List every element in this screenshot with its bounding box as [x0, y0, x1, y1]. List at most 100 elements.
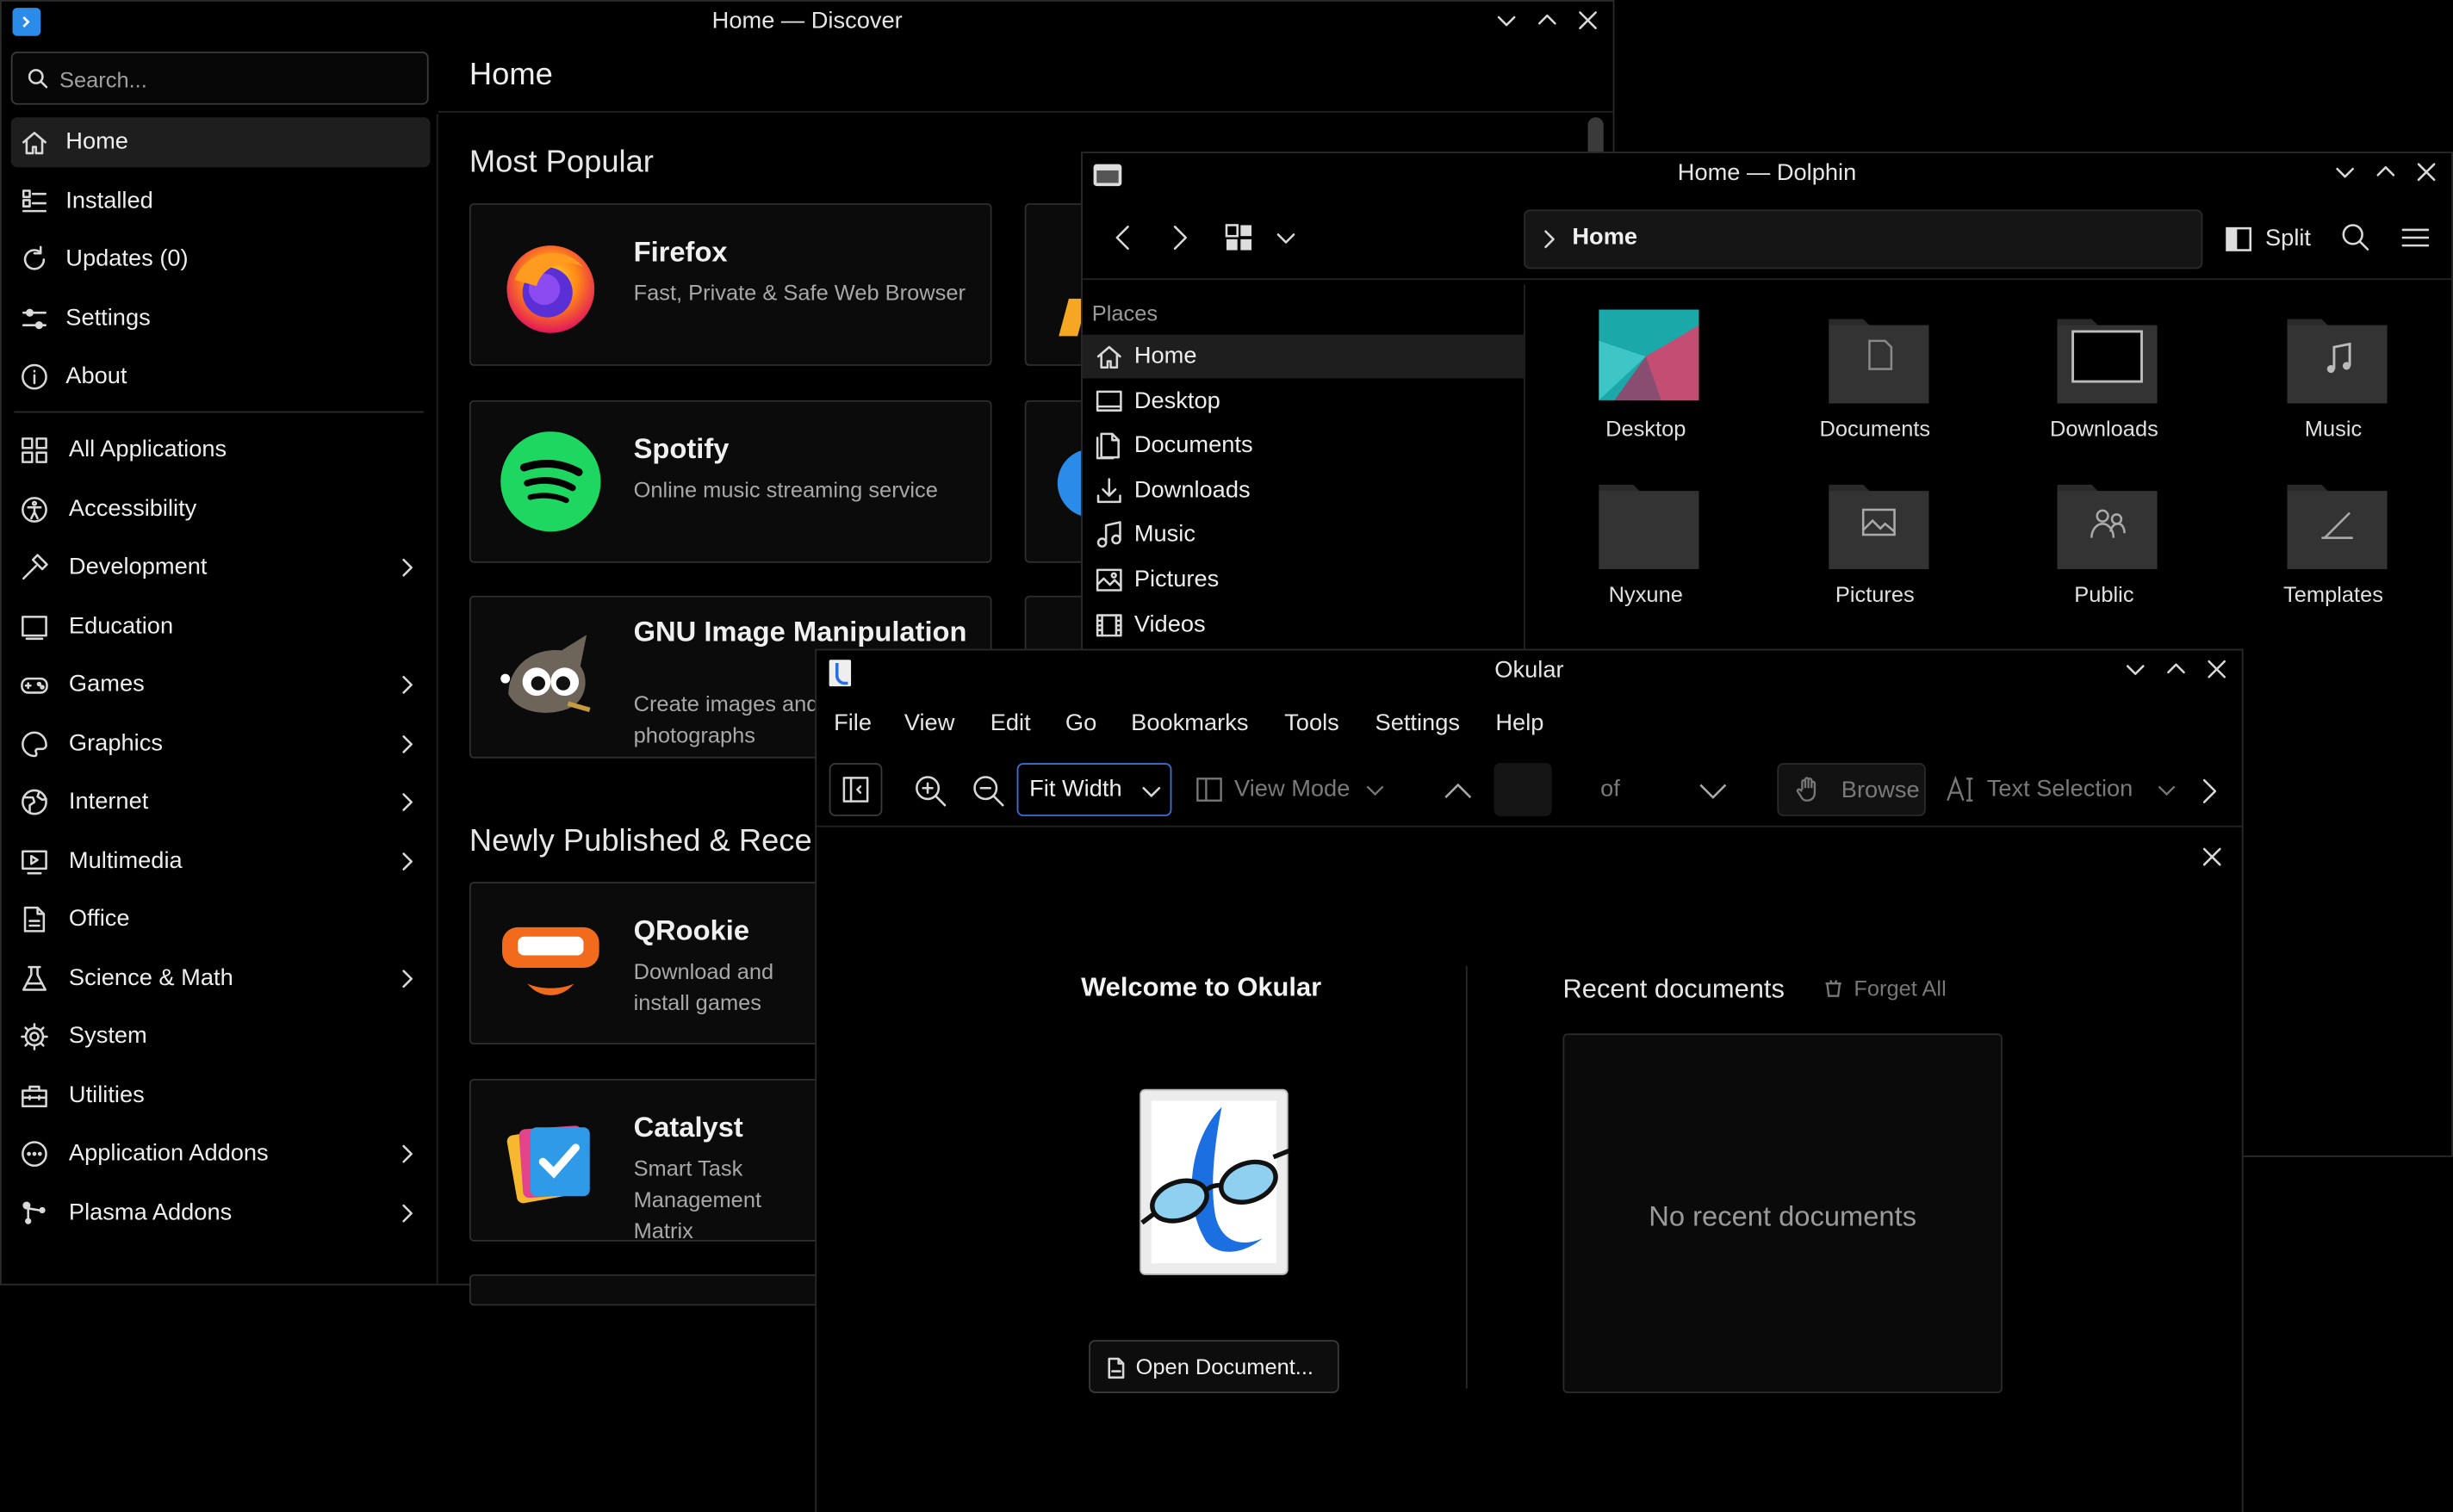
places-item-desktop[interactable]: Desktop	[1083, 380, 1524, 424]
folder-pictures[interactable]: Pictures	[1781, 475, 1969, 632]
sidebar-item-internet[interactable]: Internet	[11, 778, 431, 827]
search-field[interactable]	[10, 51, 429, 105]
sidebar-item-updates-0[interactable]: Updates (0)	[11, 234, 431, 284]
sidebar-item-label: Office	[68, 905, 130, 933]
documents-folder-icon	[1828, 319, 1928, 404]
browse-label: Browse	[1841, 777, 1920, 804]
menu-tools[interactable]: Tools	[1284, 710, 1339, 736]
zoom-out-icon[interactable]	[972, 774, 1006, 809]
places-item-home[interactable]: Home	[1082, 334, 1525, 379]
sidebar-item-games[interactable]: Games	[11, 660, 431, 710]
folder-label: Desktop	[1605, 416, 1686, 442]
folder-label: Public	[2074, 581, 2134, 607]
previous-page-icon[interactable]	[1443, 778, 1474, 803]
zoom-select[interactable]: Fit Width	[1016, 763, 1172, 816]
menu-go[interactable]: Go	[1065, 710, 1096, 736]
toolbar-overflow-icon[interactable]	[2196, 776, 2221, 807]
places-item-downloads[interactable]: Downloads	[1083, 468, 1524, 512]
close-welcome-icon[interactable]	[2200, 845, 2225, 870]
app-card-firefox[interactable]: Firefox Fast, Private & Safe Web Browser	[469, 203, 992, 366]
hamburger-menu-icon[interactable]	[2400, 222, 2431, 253]
breadcrumb[interactable]: Home	[1524, 209, 2203, 270]
zoom-in-icon[interactable]	[914, 774, 948, 809]
sidebar-icon	[842, 777, 869, 802]
sidebar-item-science-math[interactable]: Science & Math	[11, 953, 431, 1003]
sidebar-item-utilities[interactable]: Utilities	[11, 1070, 431, 1120]
folder-public[interactable]: Public	[2010, 475, 2198, 632]
split-button[interactable]: Split	[2225, 216, 2322, 263]
browse-tool-button[interactable]: Browse	[1777, 763, 1926, 816]
folder-templates[interactable]: Templates	[2239, 475, 2427, 632]
sidebar-item-office[interactable]: Office	[11, 895, 431, 945]
breadcrumb-home[interactable]: Home	[1572, 224, 1637, 251]
menu-file[interactable]: File	[834, 710, 872, 736]
maximize-button[interactable]	[1535, 8, 1560, 33]
places-item-label: Videos	[1133, 610, 1206, 638]
sidebar-item-system[interactable]: System	[11, 1012, 431, 1062]
open-document-button[interactable]: Open Document...	[1089, 1340, 1339, 1393]
sidebar-item-graphics[interactable]: Graphics	[11, 718, 431, 768]
sidebar-item-multimedia[interactable]: Multimedia	[11, 836, 431, 886]
minimize-button[interactable]	[1494, 8, 1519, 33]
app-card-spotify[interactable]: Spotify Online music streaming service	[469, 400, 992, 563]
chevron-right-icon	[402, 1203, 413, 1222]
sidebar-item-accessibility[interactable]: Accessibility	[11, 484, 431, 534]
places-item-music[interactable]: Music	[1083, 513, 1524, 557]
folder-desktop[interactable]: Desktop	[1552, 309, 1740, 467]
close-button[interactable]	[2204, 657, 2229, 682]
updates-icon	[23, 245, 46, 270]
places-item-videos[interactable]: Videos	[1083, 603, 1524, 647]
sidebar-item-about[interactable]: About	[11, 352, 431, 402]
folder-nyxune[interactable]: Nyxune	[1552, 475, 1740, 632]
sidebar-item-home[interactable]: Home	[10, 117, 431, 168]
minimize-button[interactable]	[2332, 159, 2357, 184]
sidebar-item-application-addons[interactable]: Application Addons	[11, 1129, 431, 1179]
close-button[interactable]	[2414, 159, 2439, 184]
forward-icon[interactable]	[1164, 222, 1195, 253]
dolphin-titlebar[interactable]: Home — Dolphin	[1083, 153, 2451, 194]
minimize-button[interactable]	[2123, 657, 2148, 682]
sidebar-item-all-applications[interactable]: All Applications	[11, 425, 431, 475]
folder-label: Templates	[2283, 581, 2383, 607]
menu-view[interactable]: View	[904, 710, 955, 736]
places-item-pictures[interactable]: Pictures	[1083, 558, 1524, 602]
sidebar-item-installed[interactable]: Installed	[11, 176, 431, 226]
sidebar-item-label: Development	[68, 553, 208, 580]
page-number-input[interactable]	[1494, 763, 1552, 816]
back-icon[interactable]	[1108, 222, 1139, 253]
places-item-label: Home	[1133, 342, 1197, 369]
folder-downloads[interactable]: Downloads	[2010, 310, 2198, 467]
search-icon[interactable]	[2340, 222, 2371, 253]
music-folder-icon	[2286, 319, 2387, 404]
chevron-down-icon[interactable]	[1273, 225, 1298, 250]
palette-icon	[22, 730, 47, 757]
close-button[interactable]	[1575, 8, 1600, 33]
sidebar-item-development[interactable]: Development	[11, 542, 431, 592]
maximize-button[interactable]	[2373, 159, 2398, 184]
menu-settings[interactable]: Settings	[1376, 710, 1460, 736]
folder-label: Music	[2304, 416, 2363, 442]
places-item-documents[interactable]: Documents	[1083, 424, 1524, 468]
view-icons-icon[interactable]	[1223, 222, 1254, 253]
sidebar-item-settings[interactable]: Settings	[11, 293, 431, 343]
next-page-icon[interactable]	[1698, 778, 1729, 803]
sidebar-item-label: Utilities	[68, 1081, 145, 1108]
sidebar-item-education[interactable]: Education	[11, 601, 431, 651]
okular-titlebar[interactable]: Okular	[817, 650, 2242, 691]
menu-edit[interactable]: Edit	[991, 710, 1031, 736]
sidebar-toggle-button[interactable]	[829, 763, 883, 816]
search-input[interactable]	[56, 62, 423, 97]
sidebar-item-plasma-addons[interactable]: Plasma Addons	[11, 1187, 431, 1237]
chevron-right-icon	[402, 852, 413, 871]
folder-documents[interactable]: Documents	[1781, 310, 1969, 467]
text-selection-tool-button[interactable]: Text Selection	[1943, 763, 2177, 816]
folder-music[interactable]: Music	[2239, 310, 2427, 467]
view-mode-button[interactable]: View Mode	[1192, 763, 1395, 816]
zoom-value: Fit Width	[1029, 775, 1122, 802]
forget-all-button[interactable]: Forget All	[1825, 976, 1947, 1001]
menu-help[interactable]: Help	[1495, 710, 1543, 736]
menu-bookmarks[interactable]: Bookmarks	[1131, 710, 1248, 736]
discover-titlebar[interactable]: Home — Discover	[2, 2, 1613, 42]
app-name: QRookie	[633, 914, 750, 946]
maximize-button[interactable]	[2164, 657, 2189, 682]
